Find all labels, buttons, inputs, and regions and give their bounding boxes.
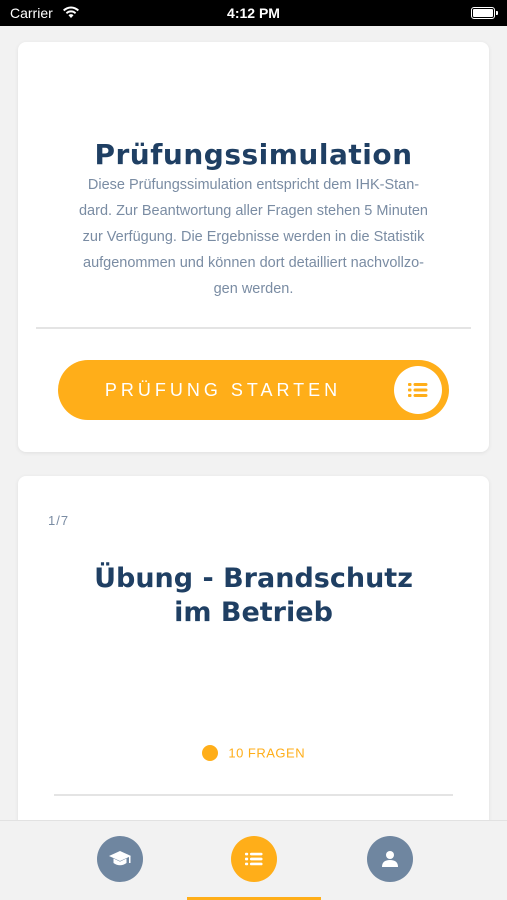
page-counter: 1/7 xyxy=(48,513,70,528)
exam-description-line: aufgenommen und können dort detailliert … xyxy=(83,255,424,271)
divider xyxy=(36,327,471,329)
dot-icon xyxy=(201,744,218,761)
exam-description-line: dard. Zur Beantwortung aller Fragen steh… xyxy=(78,203,428,219)
clock: 4:12 PM xyxy=(227,5,280,21)
list-icon xyxy=(245,852,263,866)
exam-simulation-card: Prüfungssimulation Diese Prüfungssimulat… xyxy=(18,42,489,452)
list-icon xyxy=(408,383,428,397)
start-exam-label: PRÜFUNG STARTEN xyxy=(104,380,342,400)
divider xyxy=(54,794,453,796)
battery-icon xyxy=(471,7,498,19)
graduation-cap-icon xyxy=(109,851,131,866)
question-count-label: 10 FRAGEN xyxy=(228,745,306,761)
practice-title-line: im Betrieb xyxy=(174,597,333,628)
tab-bar xyxy=(0,820,507,900)
question-count: 10 FRAGEN xyxy=(18,744,489,762)
start-exam-button[interactable]: PRÜFUNG STARTEN xyxy=(58,360,449,420)
practice-title-line: Übung - Brandschutz xyxy=(94,563,413,594)
exam-description-line: zur Verfügung. Die Ergebnisse werden in … xyxy=(82,229,425,245)
exam-description-line: Diese Prüfungssimulation entspricht dem … xyxy=(87,177,420,193)
exam-title: Prüfungssimulation xyxy=(94,138,413,171)
status-bar: Carrier 4:12 PM xyxy=(0,0,507,26)
start-exam-icon-circle xyxy=(394,366,442,414)
exam-description: Diese Prüfungssimulation entspricht dem … xyxy=(48,172,459,302)
tab-profile[interactable] xyxy=(367,836,413,882)
user-icon xyxy=(382,851,398,867)
exam-description-line: gen werden. xyxy=(213,281,294,297)
tab-exams[interactable] xyxy=(231,836,277,882)
tab-learn[interactable] xyxy=(97,836,143,882)
practice-title: Übung - Brandschutz im Betrieb xyxy=(38,562,469,630)
